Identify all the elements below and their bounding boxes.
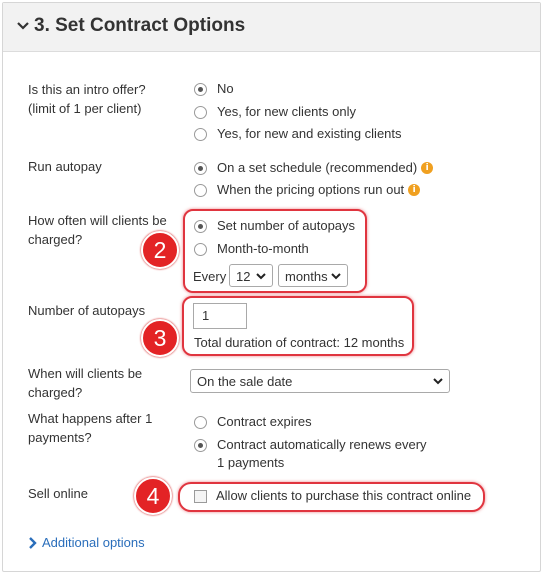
- frequency-option-set-label: Set number of autopays: [217, 218, 356, 233]
- interval-value-select[interactable]: 12: [229, 264, 273, 287]
- caret-down-icon: [331, 273, 341, 280]
- after-option-renews[interactable]: Contract automatically renews every 1 pa…: [194, 436, 434, 472]
- charge-date-select[interactable]: On the sale date: [190, 369, 450, 393]
- number-autopays-label: Number of autopays: [28, 303, 146, 318]
- intro-offer-option-no-label: No: [217, 81, 234, 96]
- intro-offer-label: Is this an intro offer? (limit of 1 per …: [28, 80, 178, 118]
- charge-date-text: On the sale date: [197, 374, 293, 389]
- radio-unselected[interactable]: [194, 127, 207, 141]
- additional-options-label: Additional options: [42, 535, 145, 550]
- sell-online-checkbox[interactable]: [194, 489, 207, 503]
- interval-unit-select[interactable]: months: [278, 264, 348, 287]
- after-option-renews-label: Contract automatically renews every 1 pa…: [217, 437, 427, 470]
- additional-options-link[interactable]: Additional options: [28, 535, 145, 550]
- autopay-option-runout[interactable]: When the pricing options run out i: [194, 181, 421, 199]
- frequency-option-monthly[interactable]: Month-to-month: [194, 240, 309, 258]
- chevron-down-icon[interactable]: [15, 17, 31, 33]
- radio-unselected[interactable]: [194, 242, 207, 256]
- chevron-right-icon: [29, 536, 37, 549]
- intro-offer-option-all-label: Yes, for new and existing clients: [217, 126, 402, 141]
- intro-offer-option-all[interactable]: Yes, for new and existing clients: [194, 125, 402, 143]
- callout-badge-2: 2: [141, 231, 179, 269]
- radio-unselected[interactable]: [194, 415, 207, 429]
- contract-duration-text: Total duration of contract: 12 months: [194, 335, 405, 350]
- caret-down-icon: [433, 378, 443, 385]
- radio-selected[interactable]: [194, 82, 207, 96]
- autopay-option-runout-label: When the pricing options run out: [217, 182, 405, 197]
- radio-unselected[interactable]: [194, 105, 207, 119]
- autopay-option-schedule[interactable]: On a set schedule (recommended) i: [194, 159, 434, 177]
- interval-value-text: 12: [236, 269, 251, 284]
- interval-unit-text: months: [285, 269, 328, 284]
- callout-badge-3: 3: [141, 319, 179, 357]
- autopay-label: Run autopay: [28, 159, 102, 174]
- radio-selected[interactable]: [194, 219, 207, 233]
- intro-offer-option-new-label: Yes, for new clients only: [217, 104, 356, 119]
- after-payments-label: What happens after 1 payments?: [28, 411, 153, 445]
- info-icon[interactable]: i: [408, 184, 421, 196]
- frequency-option-monthly-label: Month-to-month: [217, 241, 309, 256]
- radio-selected[interactable]: [194, 161, 207, 175]
- charge-date-label: When will clients be charged?: [28, 366, 143, 400]
- info-icon[interactable]: i: [421, 162, 434, 174]
- radio-unselected[interactable]: [194, 183, 207, 197]
- callout-badge-4: 4: [134, 477, 172, 515]
- sell-online-label: Sell online: [28, 486, 88, 501]
- autopay-option-schedule-label: On a set schedule (recommended): [217, 160, 418, 175]
- number-autopays-input[interactable]: 1: [193, 303, 247, 329]
- every-label: Every: [193, 269, 227, 284]
- intro-offer-label-text: Is this an intro offer? (limit of 1 per …: [28, 82, 146, 116]
- intro-offer-option-no[interactable]: No: [194, 80, 234, 98]
- after-option-expires-label: Contract expires: [217, 414, 312, 429]
- radio-selected[interactable]: [194, 439, 207, 452]
- section-header[interactable]: 3. Set Contract Options: [3, 3, 540, 52]
- section-title: 3. Set Contract Options: [34, 15, 246, 36]
- sell-online-checkbox-label: Allow clients to purchase this contract …: [216, 488, 472, 503]
- sell-online-option[interactable]: Allow clients to purchase this contract …: [194, 487, 471, 505]
- caret-down-icon: [256, 273, 266, 280]
- intro-offer-option-new[interactable]: Yes, for new clients only: [194, 103, 356, 121]
- frequency-option-set[interactable]: Set number of autopays: [194, 217, 355, 235]
- after-option-expires[interactable]: Contract expires: [194, 413, 312, 431]
